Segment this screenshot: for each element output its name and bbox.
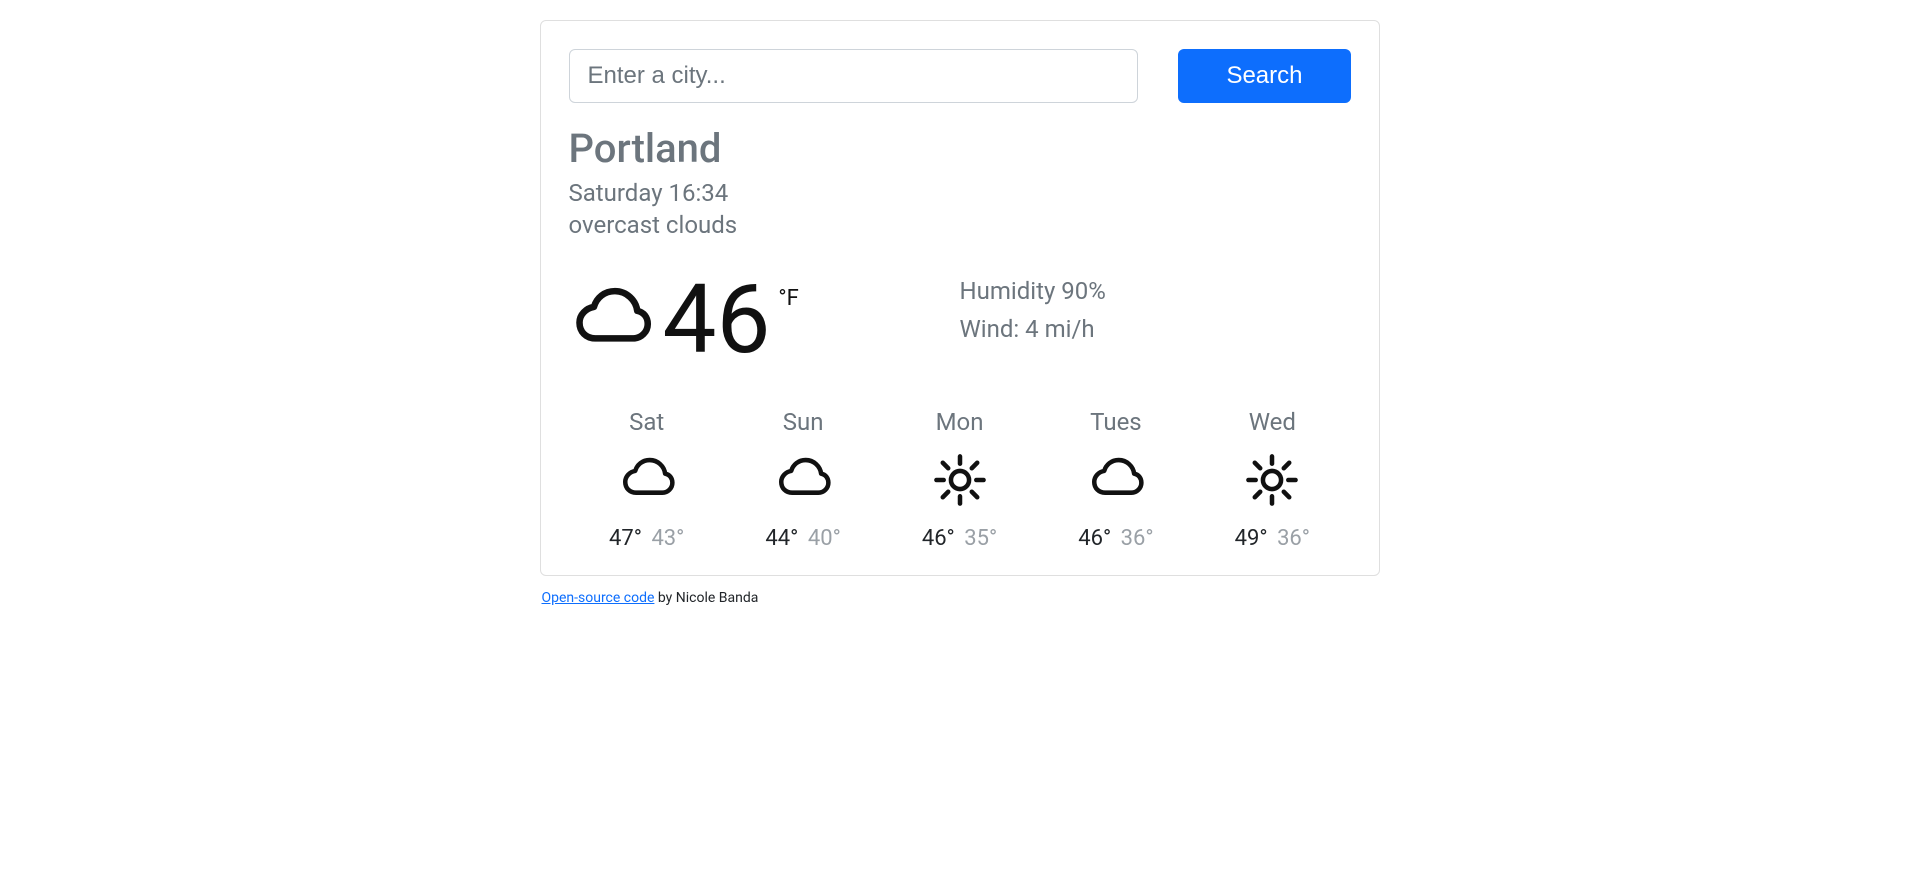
- current-right: Humidity 90% Wind: 4 mi/h: [960, 272, 1106, 368]
- forecast-lo: 36°: [1121, 526, 1154, 551]
- forecast-day-label: Sun: [725, 408, 881, 436]
- forecast-day-label: Tues: [1038, 408, 1194, 436]
- weather-card: Search Portland Saturday 16:34 overcast …: [540, 20, 1380, 576]
- open-source-link[interactable]: Open-source code: [542, 590, 655, 606]
- search-row: Search: [569, 49, 1351, 103]
- forecast-hi: 46°: [922, 526, 955, 551]
- forecast-day: Wed 49° 36°: [1194, 408, 1350, 551]
- forecast-day: Sat 47° 43°: [569, 408, 725, 551]
- forecast-lo: 43°: [651, 526, 684, 551]
- cloud-icon: [569, 278, 653, 362]
- forecast-hi: 44°: [765, 526, 798, 551]
- forecast-lo: 40°: [808, 526, 841, 551]
- humidity-value: Humidity 90%: [960, 272, 1106, 310]
- forecast-day: Sun 44° 40°: [725, 408, 881, 551]
- temperature-unit: °F: [778, 286, 798, 311]
- footer: Open-source code by Nicole Banda: [542, 590, 1380, 606]
- forecast-temps: 47° 43°: [569, 526, 725, 551]
- current-description: overcast clouds: [569, 209, 1351, 241]
- forecast-hi: 46°: [1078, 526, 1111, 551]
- footer-author: by Nicole Banda: [654, 590, 758, 606]
- forecast-day: Tues 46° 36°: [1038, 408, 1194, 551]
- forecast-temps: 46° 35°: [881, 526, 1037, 551]
- forecast-lo: 36°: [1277, 526, 1310, 551]
- current-row: 46 °F Humidity 90% Wind: 4 mi/h: [569, 272, 1351, 368]
- search-button[interactable]: Search: [1178, 49, 1350, 103]
- forecast-day-label: Sat: [569, 408, 725, 436]
- current-left: 46 °F: [569, 272, 960, 368]
- current-datetime: Saturday 16:34: [569, 177, 1351, 209]
- cloud-icon: [569, 448, 725, 512]
- forecast-hi: 47°: [609, 526, 642, 551]
- forecast-hi: 49°: [1235, 526, 1268, 551]
- city-search-input[interactable]: [569, 49, 1139, 103]
- forecast-temps: 46° 36°: [1038, 526, 1194, 551]
- forecast-day-label: Mon: [881, 408, 1037, 436]
- sun-icon: [1194, 448, 1350, 512]
- forecast-temps: 44° 40°: [725, 526, 881, 551]
- forecast-day: Mon 46° 35°: [881, 408, 1037, 551]
- forecast-day-label: Wed: [1194, 408, 1350, 436]
- forecast-row: Sat 47° 43° Sun 44° 40° Mon 46°: [569, 408, 1351, 551]
- sun-icon: [881, 448, 1037, 512]
- cloud-icon: [725, 448, 881, 512]
- forecast-temps: 49° 36°: [1194, 526, 1350, 551]
- forecast-lo: 35°: [964, 526, 997, 551]
- city-name: Portland: [569, 127, 1351, 171]
- current-meta: Saturday 16:34 overcast clouds: [569, 177, 1351, 242]
- current-temperature: 46: [663, 272, 771, 368]
- cloud-icon: [1038, 448, 1194, 512]
- wind-value: Wind: 4 mi/h: [960, 310, 1106, 348]
